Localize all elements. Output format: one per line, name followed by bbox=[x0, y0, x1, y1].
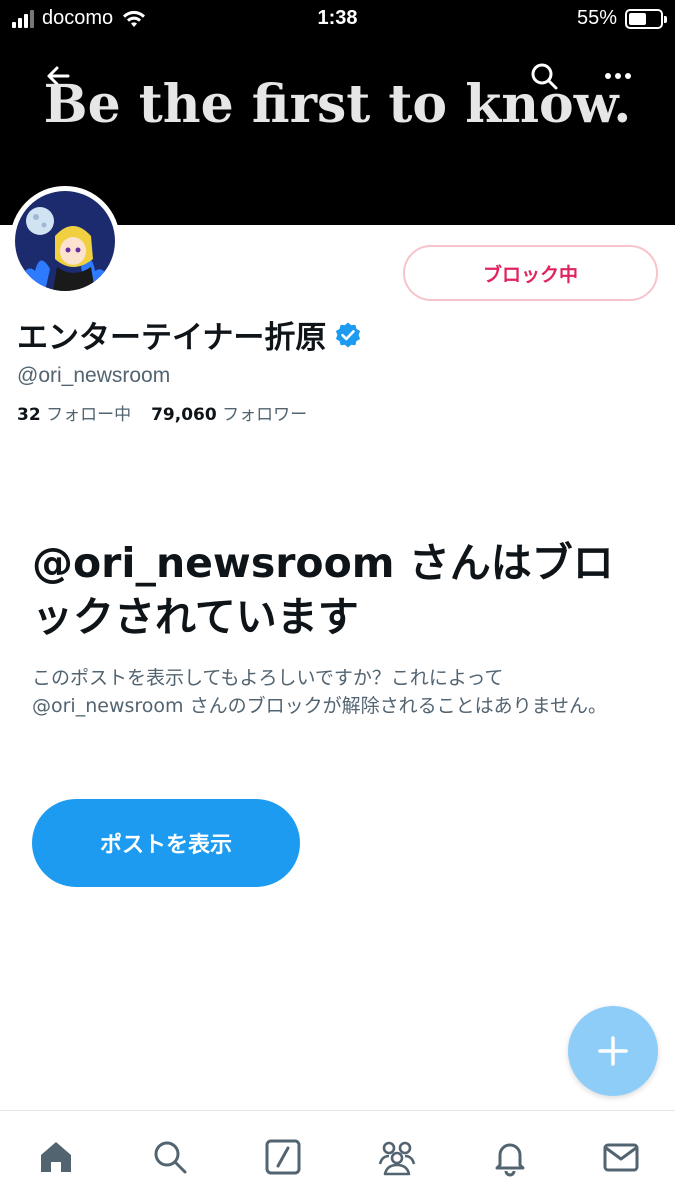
status-bar: docomo 1:38 55% bbox=[0, 0, 675, 40]
followers-label: フォロワー bbox=[222, 405, 308, 425]
following-count: 32 bbox=[17, 405, 41, 425]
search-tab-icon[interactable] bbox=[148, 1135, 192, 1179]
verified-badge-icon bbox=[336, 322, 361, 347]
status-time: 1:38 bbox=[317, 7, 358, 29]
blocked-title: @ori_newsroom さんはブロックされています bbox=[32, 539, 614, 641]
display-name-row: エンターテイナー折原 bbox=[17, 312, 362, 357]
battery-percent: 55% bbox=[576, 7, 617, 29]
display-name: エンターテイナー折原 bbox=[17, 320, 327, 356]
battery-level bbox=[629, 12, 646, 25]
notifications-icon[interactable] bbox=[488, 1135, 532, 1179]
profile-banner: docomo 1:38 55% Be the first to know. bbox=[0, 0, 675, 225]
compose-fab-button[interactable] bbox=[568, 1006, 658, 1096]
blocked-description: このポストを表示してもよろしいですか？これによって @ori_newsroom … bbox=[32, 667, 608, 717]
battery-icon bbox=[625, 8, 667, 29]
avatar-image bbox=[15, 191, 115, 291]
messages-icon[interactable] bbox=[599, 1135, 643, 1179]
home-icon[interactable] bbox=[34, 1135, 78, 1179]
bottom-tab-bar bbox=[0, 1110, 675, 1200]
following-link[interactable]: 32 フォロー中 bbox=[17, 400, 131, 425]
banner-slogan: Be the first to know. bbox=[43, 74, 632, 135]
followers-count: 79,060 bbox=[151, 405, 217, 425]
follow-stats: 32 フォロー中 79,060 フォロワー bbox=[17, 400, 307, 425]
followers-link[interactable]: 79,060 フォロワー bbox=[151, 400, 307, 425]
plus-icon bbox=[598, 1036, 628, 1066]
profile-handle: @ori_newsroom bbox=[17, 364, 171, 387]
following-label: フォロー中 bbox=[46, 405, 132, 425]
communities-icon[interactable] bbox=[375, 1135, 419, 1179]
blocked-button[interactable]: ブロック中 bbox=[403, 245, 658, 301]
compose-slash-icon[interactable] bbox=[261, 1135, 305, 1179]
show-posts-button[interactable]: ポストを表示 bbox=[32, 799, 300, 887]
avatar[interactable] bbox=[10, 186, 120, 296]
